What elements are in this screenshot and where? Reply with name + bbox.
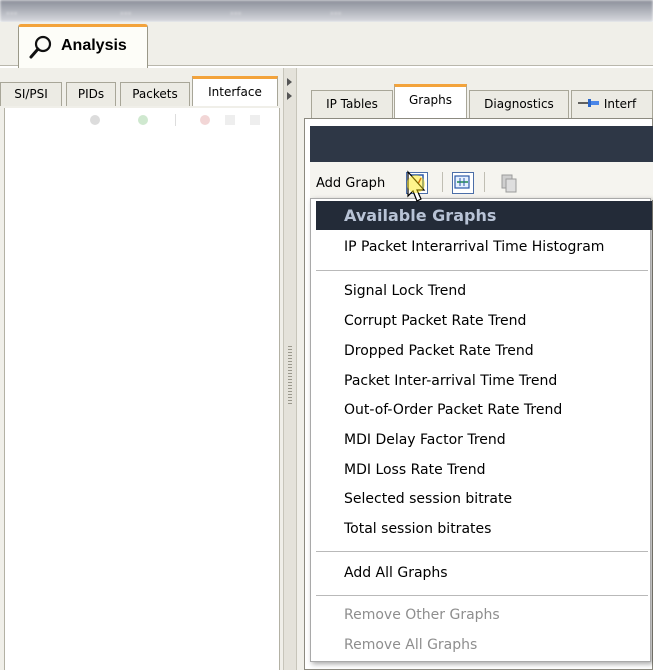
tab-si-psi[interactable]: SI/PSI <box>0 82 62 106</box>
tab-interface[interactable]: Interface <box>192 76 278 106</box>
tab-graphs-label: Graphs <box>408 93 453 107</box>
copy-icon <box>501 174 517 193</box>
tab-packets-label: Packets <box>132 87 178 101</box>
menu-item-mdi-delay[interactable]: MDI Delay Factor Trend <box>344 432 506 448</box>
magnifier-icon <box>29 35 52 59</box>
copy-button[interactable] <box>498 172 520 194</box>
available-graphs-menu <box>310 198 651 662</box>
top-tab-3[interactable]: ... <box>230 3 241 17</box>
tab-diagnostics[interactable]: Diagnostics <box>469 90 569 118</box>
tab-interface-right[interactable]: Interf <box>571 90 653 118</box>
splitter-arrow-icon[interactable] <box>287 78 292 86</box>
toolbar-separator <box>442 172 443 192</box>
menu-item-signal-lock[interactable]: Signal Lock Trend <box>344 283 466 299</box>
top-tab-1[interactable]: ... <box>6 3 17 17</box>
tab-ip-tables[interactable]: IP Tables <box>311 90 393 118</box>
tab-pids[interactable]: PIDs <box>66 82 116 106</box>
menu-item-dropped-packet[interactable]: Dropped Packet Rate Trend <box>344 343 534 359</box>
menu-separator <box>316 551 648 552</box>
add-graph-label[interactable]: Add Graph <box>316 176 385 191</box>
top-tab-2[interactable]: ... <box>120 3 131 17</box>
menu-item-add-all[interactable]: Add All Graphs <box>344 565 448 581</box>
left-tab-strip: SI/PSI PIDs Packets Interface <box>0 74 283 108</box>
menu-separator <box>316 270 648 271</box>
chart-icon <box>454 175 470 189</box>
pin-icon <box>578 99 599 107</box>
window-top-strip: ... ... ... ... <box>0 0 653 22</box>
menu-item-packet-interarrival[interactable]: Packet Inter-arrival Time Trend <box>344 373 557 389</box>
menu-item-ip-histogram[interactable]: IP Packet Interarrival Time Histogram <box>344 239 604 255</box>
splitter-arrow-icon[interactable] <box>287 92 292 100</box>
pane-splitter[interactable] <box>283 68 297 670</box>
splitter-grip[interactable] <box>288 346 292 406</box>
graphs-header-bar <box>310 126 653 162</box>
tab-analysis-label: Analysis <box>61 37 127 54</box>
menu-item-mdi-loss[interactable]: MDI Loss Rate Trend <box>344 462 485 478</box>
pointer-cursor-icon <box>407 170 426 202</box>
tab-interface-label: Interface <box>208 85 262 99</box>
tab-packets[interactable]: Packets <box>120 82 190 106</box>
menu-item-total-bitrates[interactable]: Total session bitrates <box>344 521 491 537</box>
tab-interface-right-label: Interf <box>603 97 637 111</box>
menu-item-remove-all: Remove All Graphs <box>344 637 478 653</box>
chart-button[interactable] <box>452 172 474 194</box>
top-tab-4[interactable]: ... <box>330 3 341 17</box>
tab-graphs[interactable]: Graphs <box>394 84 467 120</box>
menu-separator <box>316 595 648 596</box>
tab-ip-tables-label: IP Tables <box>326 97 378 111</box>
tab-analysis[interactable]: Analysis <box>18 24 148 68</box>
menu-item-out-of-order[interactable]: Out-of-Order Packet Rate Trend <box>344 402 562 418</box>
toolbar-separator <box>484 172 485 192</box>
left-content-area <box>4 132 280 670</box>
menu-item-selected-bitrate[interactable]: Selected session bitrate <box>344 491 512 507</box>
menu-item-remove-other: Remove Other Graphs <box>344 607 500 623</box>
menu-item-corrupt-packet[interactable]: Corrupt Packet Rate Trend <box>344 313 526 329</box>
tab-pids-label: PIDs <box>77 87 105 101</box>
left-toolbar <box>4 108 280 132</box>
tab-si-psi-label: SI/PSI <box>14 87 48 101</box>
faded-toolbar-icons <box>90 114 260 126</box>
menu-header: Available Graphs <box>316 201 652 230</box>
tab-diagnostics-label: Diagnostics <box>484 97 554 111</box>
